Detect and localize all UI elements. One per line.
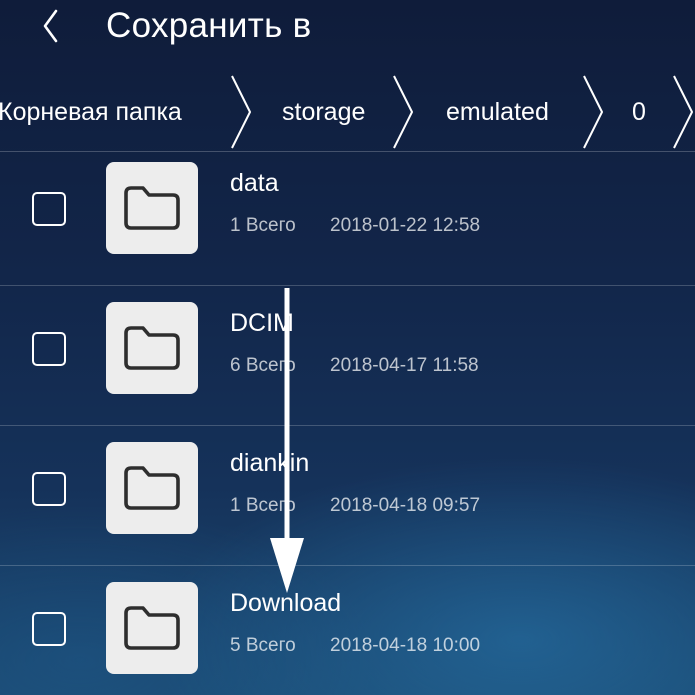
file-meta: 1 Всего 2018-04-18 09:57	[230, 492, 480, 520]
folder-icon	[106, 302, 198, 394]
file-name: data	[230, 169, 279, 197]
chevron-right-icon	[583, 75, 603, 149]
page-title: Сохранить в	[106, 6, 312, 45]
file-meta: 5 Всего 2018-04-18 10:00	[230, 632, 480, 660]
modified-date: 2018-04-18 09:57	[330, 495, 481, 516]
modified-date: 2018-04-18 10:00	[330, 635, 481, 656]
chevron-left-icon	[43, 9, 58, 43]
folder-icon	[106, 442, 198, 534]
breadcrumb-item-emulated[interactable]: emulated	[446, 72, 549, 152]
item-count: 1 Всего	[230, 215, 296, 236]
select-checkbox[interactable]	[32, 472, 66, 506]
chevron-right-icon	[673, 75, 693, 149]
list-item[interactable]: DCIM 6 Всего 2018-04-17 11:58	[0, 286, 695, 426]
select-checkbox[interactable]	[32, 612, 66, 646]
file-meta: 1 Всего 2018-01-22 12:58	[230, 212, 480, 240]
back-button[interactable]	[28, 4, 72, 48]
file-meta: 6 Всего 2018-04-17 11:58	[230, 352, 479, 380]
item-count: 6 Всего	[230, 355, 296, 376]
file-name: Download	[230, 589, 342, 617]
list-item[interactable]: Download 5 Всего 2018-04-18 10:00	[0, 566, 695, 695]
select-checkbox[interactable]	[32, 332, 66, 366]
list-item[interactable]: diankin 1 Всего 2018-04-18 09:57	[0, 426, 695, 566]
item-count: 5 Всего	[230, 635, 296, 656]
folder-icon	[106, 162, 198, 254]
breadcrumb-item-0[interactable]: 0	[632, 72, 646, 152]
file-name: DCIM	[230, 309, 294, 337]
file-name: diankin	[230, 449, 310, 477]
item-count: 1 Всего	[230, 495, 296, 516]
chevron-right-icon	[393, 75, 413, 149]
list-item[interactable]: data 1 Всего 2018-01-22 12:58	[0, 146, 695, 286]
header: Сохранить в	[0, 0, 695, 60]
folder-icon	[106, 582, 198, 674]
breadcrumb-item-root[interactable]: Корневая папка	[0, 72, 182, 152]
breadcrumb: Корневая папка storage emulated 0	[0, 72, 695, 152]
breadcrumb-item-storage[interactable]: storage	[282, 72, 365, 152]
chevron-right-icon	[231, 75, 251, 149]
modified-date: 2018-01-22 12:58	[330, 215, 481, 236]
select-checkbox[interactable]	[32, 192, 66, 226]
modified-date: 2018-04-17 11:58	[330, 355, 479, 376]
